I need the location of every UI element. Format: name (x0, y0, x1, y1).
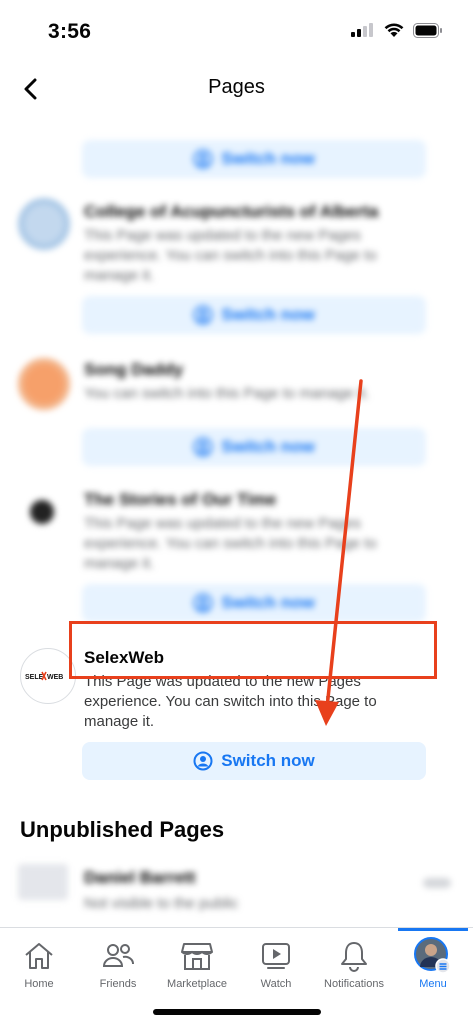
switch-now-label: Switch now (221, 437, 315, 456)
svg-text:SELE: SELE (25, 674, 44, 681)
page-title: Pages (208, 76, 265, 98)
status-icons (351, 22, 443, 38)
page-avatar (18, 864, 68, 900)
tab-marketplace[interactable]: Marketplace (152, 938, 242, 990)
wifi-icon (384, 23, 404, 37)
page-item: Song Daddy You can switch into this Page… (0, 352, 473, 480)
page-name: Song Daddy (84, 360, 184, 379)
bell-icon (309, 938, 399, 974)
active-tab-indicator (398, 928, 468, 931)
svg-text:WEB: WEB (47, 674, 63, 681)
status-bar: 3:56 (0, 0, 473, 60)
switch-now-button[interactable]: Switch now (82, 742, 426, 780)
friends-icon (73, 938, 163, 974)
tab-label: Watch (260, 978, 292, 990)
page-description: You can switch into this Page to manage … (84, 385, 370, 402)
page-name: Daniel Barrett (84, 868, 196, 887)
home-icon (0, 938, 84, 974)
tab-label: Marketplace (167, 978, 227, 990)
page-description: This Page was updated to the new Pages e… (84, 673, 377, 730)
unpublished-page-item[interactable]: Daniel Barrett Not visible to the public (0, 860, 473, 927)
page-description: This Page was updated to the new Pages e… (84, 515, 377, 572)
switch-now-button[interactable]: Switch now (82, 428, 426, 466)
page-item: The Stories of Our Time This Page was up… (0, 484, 473, 634)
profile-avatar-icon (388, 937, 473, 974)
tab-label: Friends (99, 978, 137, 990)
page-item: College of Acupuncturists of Alberta Thi… (0, 194, 473, 344)
switch-now-label: Switch now (221, 149, 315, 168)
switch-now-label: Switch now (221, 305, 315, 324)
pages-list: Switch now College of Acupuncturists of … (0, 112, 473, 927)
switch-now-button[interactable]: Switch now (82, 584, 426, 622)
switch-now-button[interactable]: Switch now (82, 140, 426, 178)
page-description: Not visible to the public (84, 895, 239, 912)
switch-profile-icon (193, 305, 213, 325)
page-avatar (18, 358, 70, 410)
page-name: College of Acupuncturists of Alberta (84, 202, 379, 221)
tab-watch[interactable]: Watch (231, 938, 321, 990)
tab-label: Menu (419, 978, 447, 990)
more-icon[interactable] (423, 878, 451, 888)
page-name: The Stories of Our Time (84, 490, 277, 509)
page-item: Switch now (0, 112, 473, 182)
watch-icon (231, 938, 321, 974)
unpublished-pages-heading: Unpublished Pages (20, 817, 225, 842)
status-time: 3:56 (48, 20, 92, 43)
cellular-signal-icon (351, 23, 373, 37)
annotation-highlight-box (69, 621, 437, 679)
tab-label: Notifications (324, 978, 384, 990)
page-description: This Page was updated to the new Pages e… (84, 227, 377, 284)
switch-profile-icon (193, 751, 213, 771)
home-indicator (153, 1009, 321, 1015)
switch-now-button[interactable]: Switch now (82, 296, 426, 334)
tab-label: Home (24, 978, 54, 990)
switch-profile-icon (193, 437, 213, 457)
nav-bar: Pages (0, 66, 473, 112)
switch-now-label: Switch now (221, 751, 315, 770)
tab-notifications[interactable]: Notifications (309, 938, 399, 990)
page-avatar (18, 198, 70, 250)
tab-menu[interactable]: Menu (388, 937, 473, 990)
marketplace-icon (152, 938, 242, 974)
switch-now-label: Switch now (221, 593, 315, 612)
switch-profile-icon (193, 149, 213, 169)
page-avatar (22, 492, 62, 532)
tab-friends[interactable]: Friends (73, 938, 163, 990)
battery-icon (413, 22, 442, 38)
switch-profile-icon (193, 593, 213, 613)
selexweb-logo: SELE WEB (20, 648, 76, 704)
tab-home[interactable]: Home (0, 938, 84, 990)
selexweb-logo-image: SELE WEB (25, 671, 63, 681)
